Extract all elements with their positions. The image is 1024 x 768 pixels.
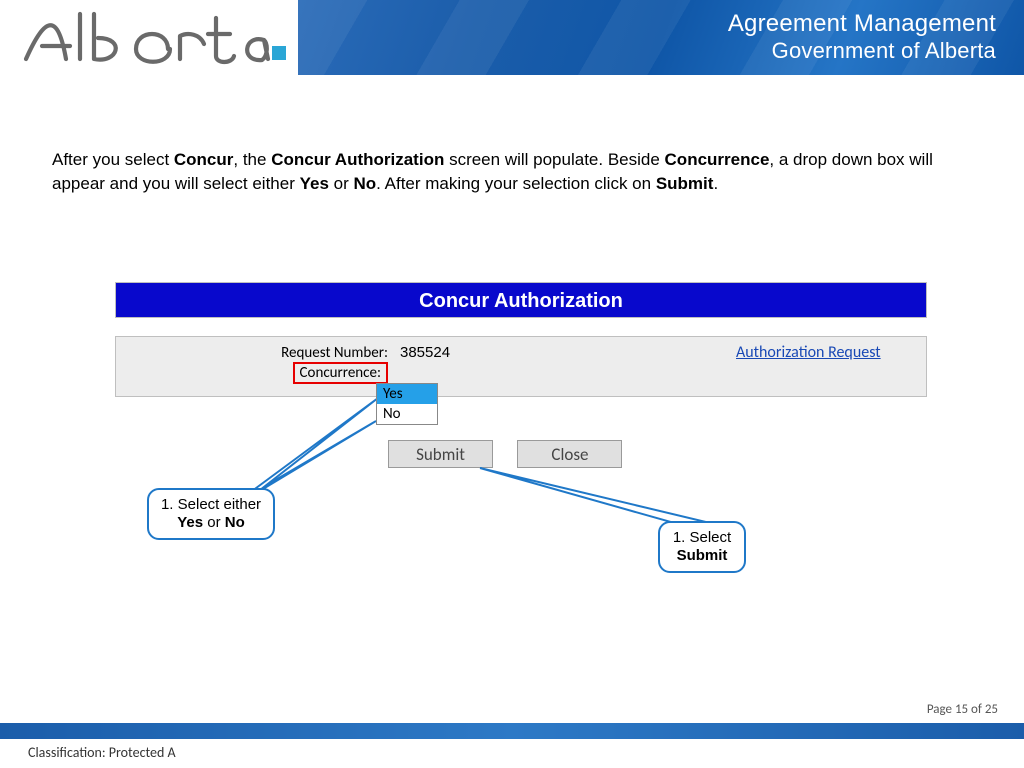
t: After you select: [52, 150, 174, 169]
header: Agreement Management Government of Alber…: [0, 0, 1024, 75]
t: or: [329, 174, 354, 193]
t: . After making your selection click on: [376, 174, 656, 193]
concurrence-dropdown[interactable]: Yes No: [376, 383, 438, 425]
panel-title: Concur Authorization: [115, 282, 927, 318]
header-title-1: Agreement Management: [728, 10, 996, 38]
callout-select-yes-no: 1. Select either Yes or No: [147, 488, 275, 540]
t: screen will populate. Beside: [444, 150, 664, 169]
t: 1. Select: [670, 529, 734, 547]
dropdown-option-no[interactable]: No: [377, 404, 437, 424]
dropdown-option-yes[interactable]: Yes: [377, 384, 437, 404]
button-row: Submit Close: [388, 440, 642, 468]
t: Concur: [174, 150, 234, 169]
classification-label: Classification: Protected A: [28, 744, 176, 761]
request-number-label: Request Number:: [116, 344, 396, 362]
footer-bar: [0, 723, 1024, 739]
t: Concurrence: [665, 150, 770, 169]
page-indicator: Page 15 of 25: [927, 702, 998, 717]
instruction-text: After you select Concur, the Concur Auth…: [52, 148, 972, 196]
header-title-2: Government of Alberta: [728, 38, 996, 64]
t: No: [353, 174, 376, 193]
t: Yes: [300, 174, 329, 193]
t: Yes: [177, 514, 203, 531]
close-button[interactable]: Close: [517, 440, 622, 468]
authorization-request-link[interactable]: Authorization Request: [736, 343, 881, 362]
t: or: [203, 514, 225, 531]
t: Concur Authorization: [271, 150, 444, 169]
t: Submit: [656, 174, 714, 193]
submit-button[interactable]: Submit: [388, 440, 493, 468]
callout-select-submit: 1. Select Submit: [658, 521, 746, 573]
concur-panel: Concur Authorization Request Number: 385…: [115, 282, 927, 397]
panel-body: Request Number: 385524 Authorization Req…: [115, 336, 927, 397]
t: 1. Select either: [159, 496, 263, 514]
alberta-logo: [18, 4, 288, 74]
request-number-value: 385524: [396, 344, 556, 361]
t: .: [713, 174, 718, 193]
page: Agreement Management Government of Alber…: [0, 0, 1024, 768]
header-titles: Agreement Management Government of Alber…: [728, 10, 996, 64]
t: No: [225, 514, 245, 531]
t: Submit: [677, 547, 728, 564]
t: , the: [233, 150, 271, 169]
concurrence-label: Concurrence:: [293, 362, 388, 384]
